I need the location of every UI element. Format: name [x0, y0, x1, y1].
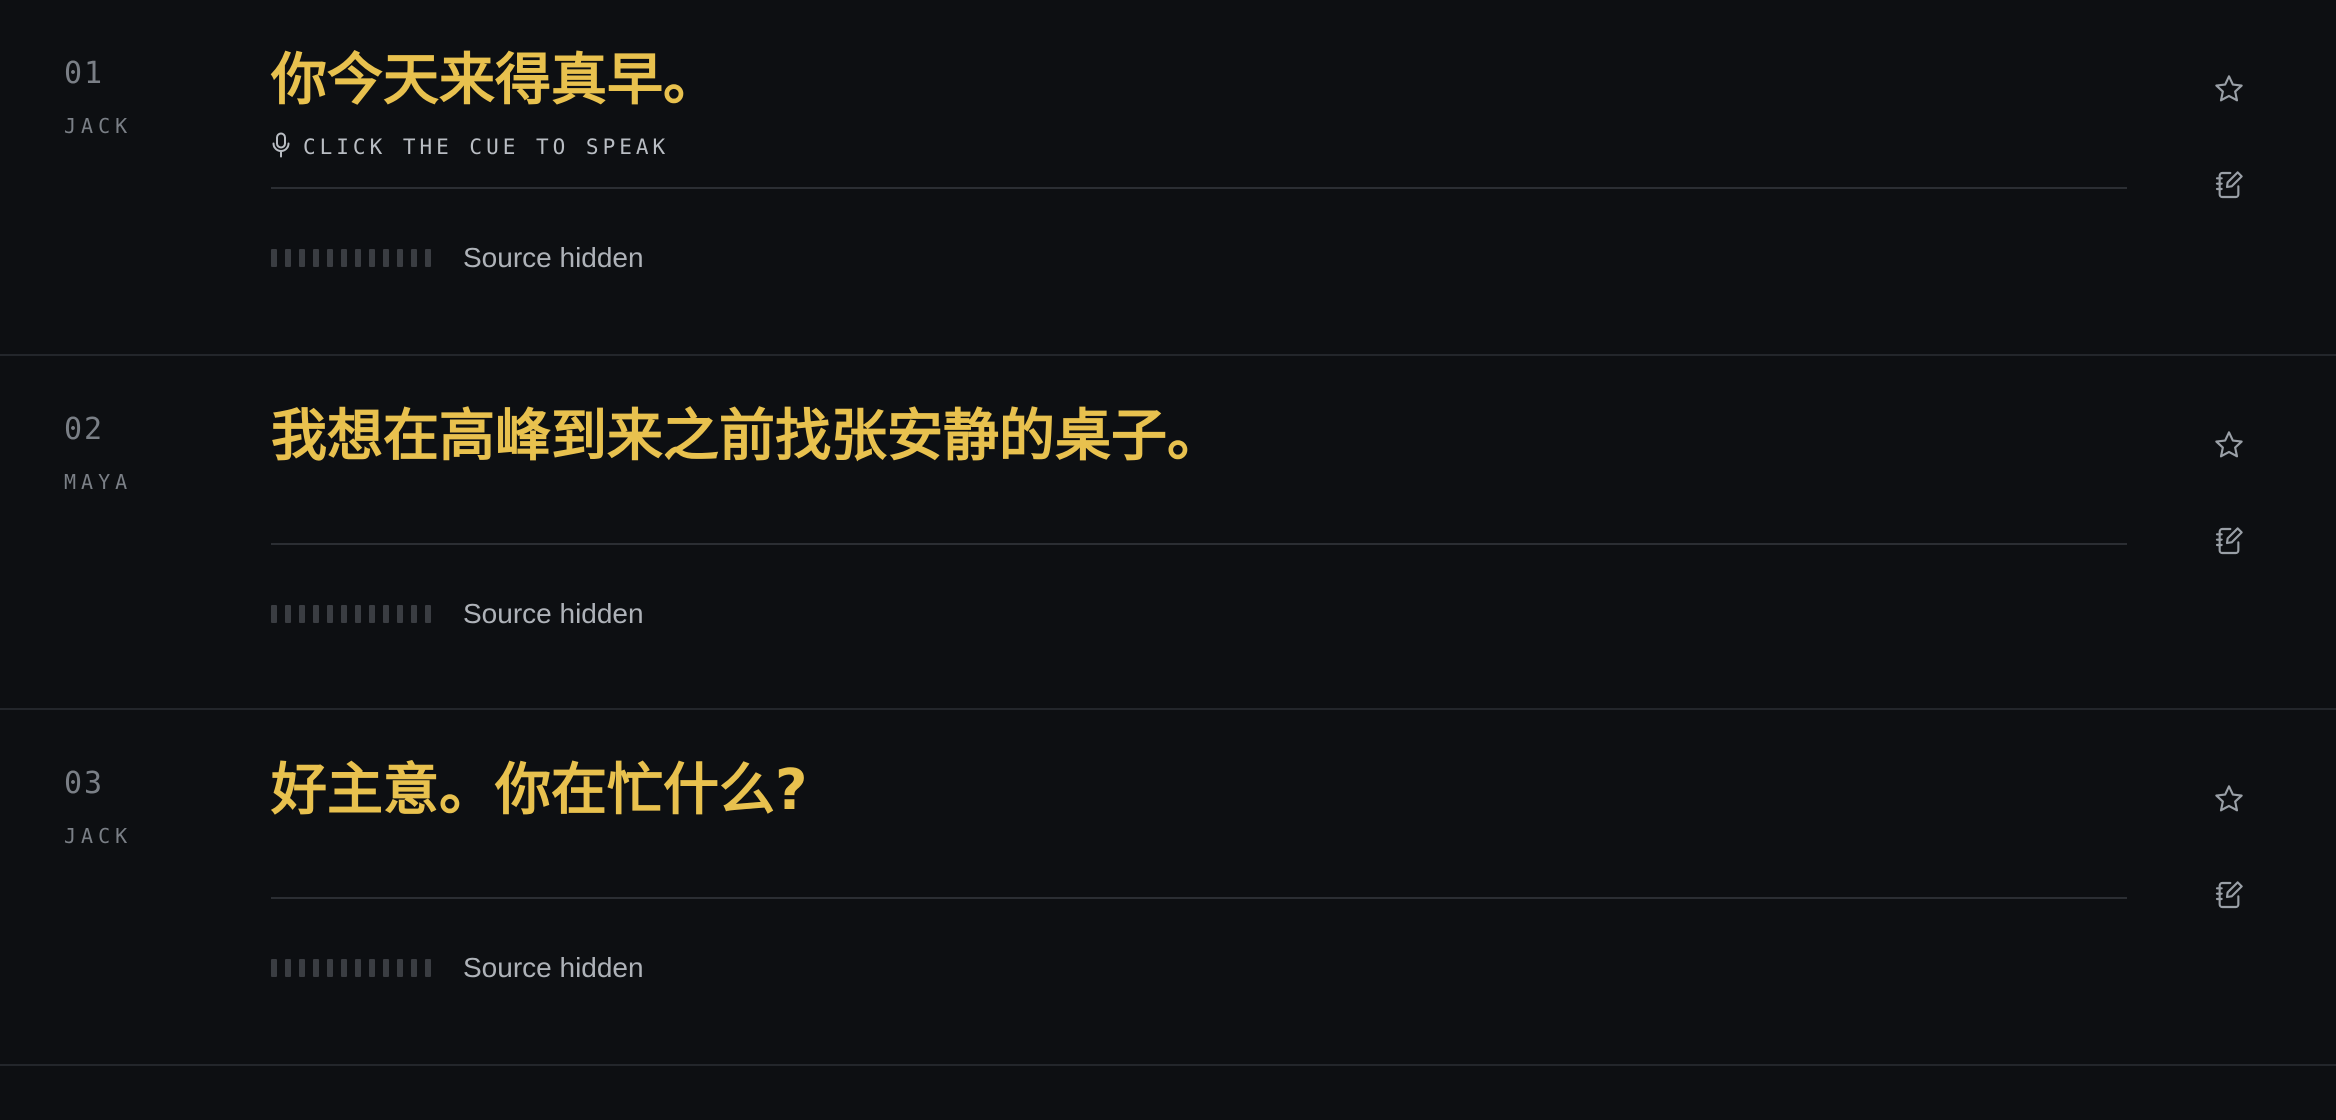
- source-area: Source hidden: [271, 242, 644, 274]
- divider: [271, 187, 2127, 189]
- favorite-button[interactable]: [2212, 72, 2246, 106]
- notebook-edit-icon: [2215, 171, 2243, 199]
- divider: [271, 897, 2127, 899]
- line-number: 01: [64, 56, 105, 91]
- dialogue-list: 01 JACK 你今天来得真早。 CLICK THE CUE TO SPEAK …: [0, 0, 2336, 1120]
- speak-cue-label: CLICK THE CUE TO SPEAK: [303, 135, 670, 159]
- speaker-name: JACK: [64, 114, 133, 138]
- line-text[interactable]: 好主意。你在忙什么?: [271, 756, 807, 826]
- add-note-button[interactable]: [2212, 878, 2246, 912]
- hidden-source-bars: [271, 247, 431, 269]
- hidden-source-bars: [271, 957, 431, 979]
- star-icon: [2215, 75, 2243, 102]
- source-label: Source hidden: [463, 952, 644, 983]
- star-icon: [2215, 431, 2243, 458]
- speak-cue[interactable]: CLICK THE CUE TO SPEAK: [271, 132, 669, 162]
- source-area: Source hidden: [271, 598, 644, 630]
- dialogue-row: 01 JACK 你今天来得真早。 CLICK THE CUE TO SPEAK …: [0, 0, 2336, 356]
- source-label: Source hidden: [463, 242, 644, 273]
- notebook-edit-icon: [2215, 527, 2243, 555]
- favorite-button[interactable]: [2212, 782, 2246, 816]
- source-label: Source hidden: [463, 598, 644, 629]
- star-icon: [2215, 785, 2243, 812]
- line-text[interactable]: 我想在高峰到来之前找张安静的桌子。: [271, 402, 1223, 472]
- add-note-button[interactable]: [2212, 524, 2246, 558]
- speaker-name: MAYA: [64, 470, 133, 494]
- add-note-button[interactable]: [2212, 168, 2246, 202]
- speaker-name: JACK: [64, 824, 133, 848]
- notebook-edit-icon: [2215, 881, 2243, 909]
- source-area: Source hidden: [271, 952, 644, 984]
- divider: [271, 543, 2127, 545]
- line-number: 02: [64, 412, 105, 447]
- dialogue-row: 03 JACK 好主意。你在忙什么? Source hidden: [0, 710, 2336, 1066]
- favorite-button[interactable]: [2212, 428, 2246, 462]
- hidden-source-bars: [271, 603, 431, 625]
- dialogue-row: 02 MAYA 我想在高峰到来之前找张安静的桌子。 Source hidden: [0, 356, 2336, 710]
- line-number: 03: [64, 766, 105, 801]
- line-text[interactable]: 你今天来得真早。: [271, 46, 719, 116]
- microphone-icon: [271, 132, 291, 162]
